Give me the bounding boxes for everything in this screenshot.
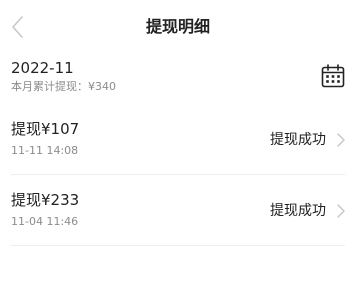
record-status: 提现成功 (270, 132, 326, 148)
withdrawal-record[interactable]: 提现¥233 11-04 11:46 提现成功 (0, 175, 356, 246)
chevron-right-icon (335, 203, 347, 219)
record-time: 11-04 11:46 (11, 215, 79, 228)
record-status: 提现成功 (270, 203, 326, 219)
calendar-button[interactable] (320, 63, 346, 89)
record-time: 11-11 14:08 (11, 144, 79, 157)
calendar-icon (321, 64, 345, 88)
nav-bar: 提现明细 (0, 0, 356, 54)
record-amount: 提现¥233 (11, 191, 80, 209)
month-total: 本月累计提现：¥340 (11, 80, 116, 94)
month-total-amount: ¥340 (88, 80, 116, 93)
withdrawal-record[interactable]: 提现¥107 11-11 14:08 提现成功 (0, 104, 356, 175)
month-label: 2022-11 (11, 59, 74, 77)
page-title: 提现明细 (145, 17, 210, 36)
month-total-label: 本月累计提现： (11, 80, 88, 93)
chevron-right-icon (335, 132, 347, 148)
divider (11, 245, 345, 246)
month-summary: 2022-11 本月累计提现：¥340 (0, 54, 356, 104)
record-amount: 提现¥107 (11, 120, 80, 138)
